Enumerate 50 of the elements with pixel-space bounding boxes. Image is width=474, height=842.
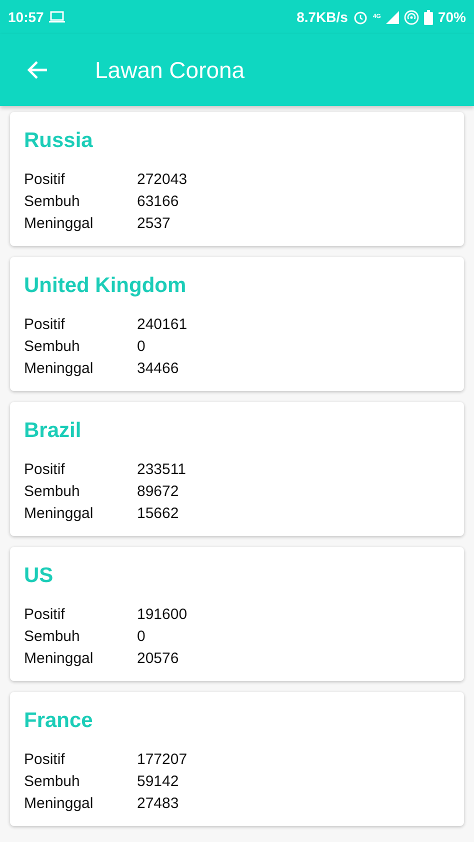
country-name: Russia bbox=[24, 128, 94, 154]
stat-value: 20576 bbox=[137, 649, 179, 669]
country-card[interactable]: Brazil Positif 233511 Sembuh 89672 Meninggal 15662 bbox=[10, 402, 464, 536]
stat-label: Meninggal bbox=[24, 794, 94, 814]
stat-value: 27483 bbox=[137, 794, 179, 814]
stat-value: 34466 bbox=[137, 359, 179, 379]
country-card[interactable]: Russia Positif 272043 Sembuh 63166 Meninggal 2537 bbox=[10, 112, 464, 246]
stat-value: 272043 bbox=[137, 170, 188, 190]
signal-icon bbox=[386, 10, 399, 24]
laptop-icon bbox=[48, 11, 65, 23]
hotspot-icon bbox=[404, 10, 419, 24]
stat-value: 177207 bbox=[137, 750, 188, 770]
network-speed: 8.7KB/s bbox=[296, 9, 348, 25]
stat-value: 240161 bbox=[137, 315, 188, 335]
stat-value: 2537 bbox=[137, 214, 170, 234]
stat-label: Positif bbox=[24, 750, 66, 770]
stat-label: Meninggal bbox=[24, 359, 94, 379]
stat-label: Meninggal bbox=[24, 504, 94, 524]
alarm-icon bbox=[352, 10, 368, 24]
stat-value: 59142 bbox=[137, 772, 179, 792]
country-card[interactable]: US Positif 191600 Sembuh 0 Meninggal 20576 bbox=[10, 547, 464, 681]
stat-value: 89672 bbox=[137, 482, 179, 502]
back-arrow-icon[interactable] bbox=[26, 60, 48, 80]
battery-icon bbox=[424, 10, 433, 24]
stat-value: 233511 bbox=[137, 460, 186, 480]
country-name: US bbox=[24, 563, 54, 589]
stat-value: 191600 bbox=[137, 605, 188, 625]
stat-label: Sembuh bbox=[24, 337, 81, 357]
battery-percent: 70% bbox=[438, 9, 466, 25]
country-name: Brazil bbox=[24, 418, 82, 444]
stat-value: 0 bbox=[137, 337, 146, 357]
stat-value: 15662 bbox=[137, 504, 179, 524]
stat-label: Sembuh bbox=[24, 482, 81, 502]
stat-label: Sembuh bbox=[24, 772, 81, 792]
stat-label: Meninggal bbox=[24, 649, 94, 669]
stat-value: 63166 bbox=[137, 192, 179, 212]
stat-label: Positif bbox=[24, 460, 66, 480]
stat-label: Positif bbox=[24, 605, 66, 625]
stat-label: Meninggal bbox=[24, 214, 94, 234]
stat-value: 0 bbox=[137, 627, 146, 647]
stat-label: Positif bbox=[24, 315, 66, 335]
stat-label: Sembuh bbox=[24, 627, 81, 647]
stat-label: Positif bbox=[24, 170, 66, 190]
country-name: France bbox=[24, 708, 94, 734]
country-card[interactable]: France Positif 177207 Sembuh 59142 Meninggal 27483 bbox=[10, 692, 464, 826]
app-title: Lawan Corona bbox=[95, 56, 245, 84]
country-card[interactable]: United Kingdom Positif 240161 Sembuh 0 Meninggal 34466 bbox=[10, 257, 464, 391]
country-name: United Kingdom bbox=[24, 273, 188, 299]
stat-label: Sembuh bbox=[24, 192, 81, 212]
status-time: 10:57 bbox=[8, 9, 44, 25]
